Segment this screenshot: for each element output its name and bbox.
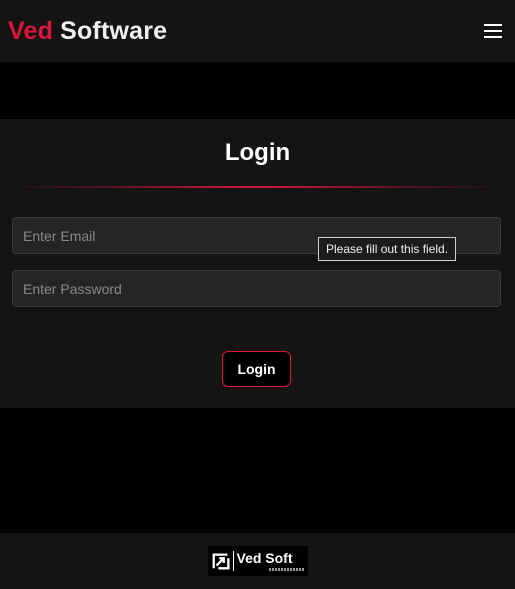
logo-separator (232, 551, 234, 571)
title-divider (12, 186, 501, 188)
brand-main-text: Software (60, 16, 168, 45)
login-card: Login Login (0, 119, 515, 408)
brand-accent-text: Ved (8, 16, 54, 45)
login-title: Login (224, 139, 291, 166)
top-navbar: Ved Software (0, 0, 515, 62)
logo-tagline (268, 568, 305, 571)
login-button[interactable]: Login (222, 351, 291, 387)
validation-tooltip: Please fill out this field. (318, 237, 457, 261)
ved-soft-logo-icon (212, 553, 229, 570)
brand-logo[interactable]: Ved Software (8, 17, 167, 46)
footer-logo[interactable]: Ved Soft (207, 546, 308, 576)
footer: Ved Soft (0, 533, 515, 589)
password-input[interactable] (12, 270, 501, 307)
hamburger-menu-icon[interactable] (481, 19, 505, 43)
page: VedSoftware Login Login Please fill out … (0, 0, 515, 589)
logo-text: Ved Soft (237, 551, 305, 571)
logo-name: Ved Soft (236, 550, 293, 566)
